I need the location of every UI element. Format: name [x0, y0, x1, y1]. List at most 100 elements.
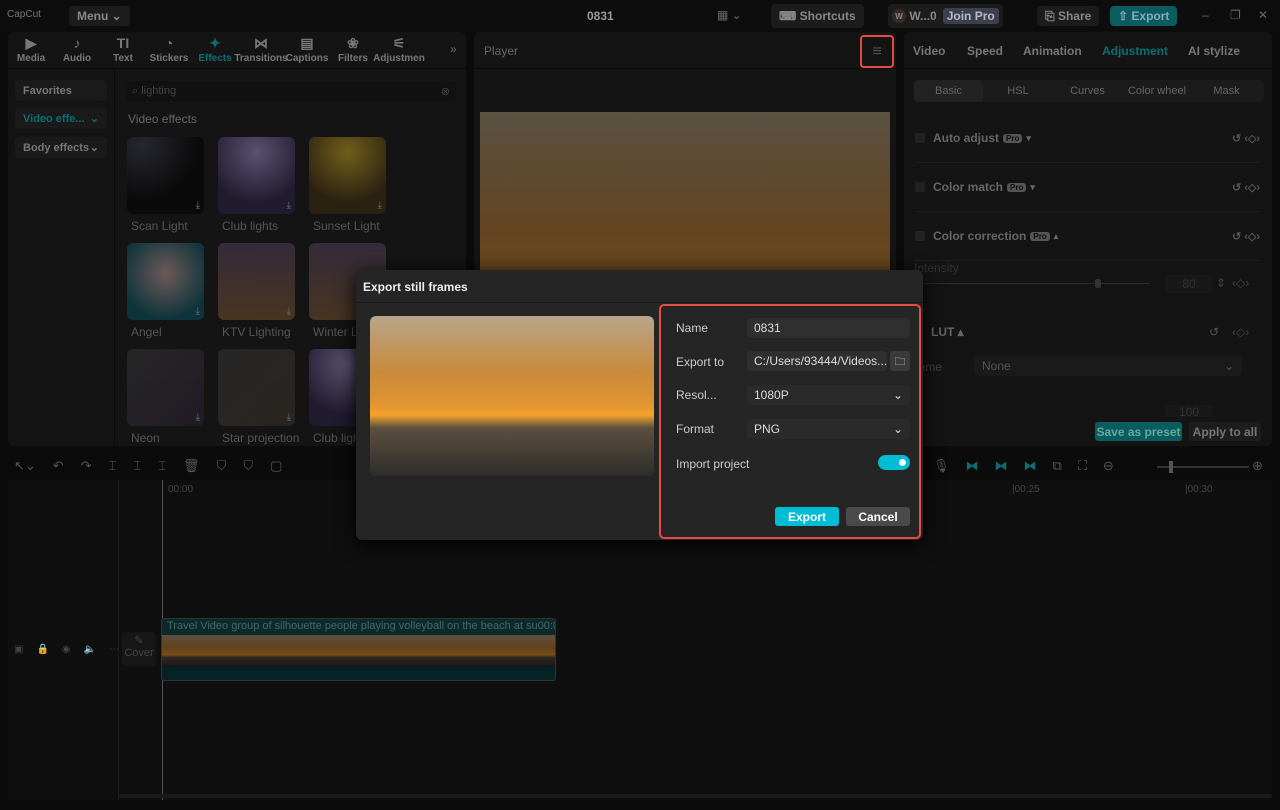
split-view-icon[interactable]: ⧉	[1053, 458, 1062, 474]
user-button[interactable]: W W...0 Join Pro	[888, 4, 1003, 28]
download-icon[interactable]: ⤓	[196, 200, 200, 211]
expand-icon[interactable]: ▾	[1030, 182, 1035, 193]
subtab-hsl[interactable]: HSL	[984, 80, 1053, 102]
keyframe-icon[interactable]: ‹◇›	[1232, 325, 1249, 339]
reset-keyframe-icon[interactable]: ↺ ‹◇›	[1232, 132, 1260, 145]
subtab-color-wheel[interactable]: Color wheel	[1123, 80, 1192, 102]
effect-thumbnail[interactable]: ⤓	[127, 349, 204, 426]
tab-animation[interactable]: Animation	[1023, 44, 1082, 58]
close-icon[interactable]: ✕	[1258, 8, 1268, 22]
shortcuts-button[interactable]: ⌨ Shortcuts	[771, 4, 864, 28]
search-input[interactable]: ⌕ lighting ⊗	[126, 81, 456, 101]
color-match-checkbox[interactable]	[915, 182, 925, 192]
tab-media[interactable]: ▶ Media	[8, 35, 54, 64]
download-icon[interactable]: ⤓	[287, 412, 291, 423]
marker-icon[interactable]: ⛉	[243, 458, 253, 474]
clear-icon[interactable]: ⊗	[441, 85, 450, 98]
tab-video[interactable]: Video	[913, 44, 945, 58]
tab-text[interactable]: TI Text	[100, 35, 146, 64]
intensity-slider[interactable]	[925, 279, 1150, 288]
tab-captions[interactable]: ▤ Captions	[284, 35, 330, 64]
more-tabs-icon[interactable]: »	[450, 42, 457, 56]
undo-icon[interactable]: ↶	[53, 458, 64, 474]
shield-icon[interactable]: ⛉	[217, 458, 227, 474]
intensity2-value[interactable]: 100	[1165, 405, 1213, 417]
color-correction-checkbox[interactable]	[915, 231, 925, 241]
mic-icon[interactable]: 🎙	[933, 458, 950, 474]
expand-icon[interactable]: ▾	[1026, 133, 1031, 144]
tab-transitions[interactable]: ⋈ Transitions	[234, 35, 287, 64]
split-icon[interactable]: ⌶	[109, 458, 117, 474]
slider-handle[interactable]	[1095, 279, 1101, 288]
export-confirm-button[interactable]: Export	[775, 507, 839, 526]
effect-thumbnail[interactable]: ⤓	[309, 137, 386, 214]
track-video-icon[interactable]: ▣	[14, 644, 23, 655]
reset-icon[interactable]: ↺	[1209, 325, 1219, 339]
magnet-icon[interactable]: ⧓	[966, 458, 979, 474]
share-button[interactable]: ⎘ Share	[1037, 6, 1100, 26]
apply-all-button[interactable]: Apply to all	[1189, 422, 1261, 441]
cover-button[interactable]: ✎ Cover	[122, 632, 156, 666]
minimize-icon[interactable]: –	[1202, 8, 1209, 22]
effect-thumbnail[interactable]: ⤓	[218, 137, 295, 214]
menu-button[interactable]: Menu ⌄	[69, 6, 130, 26]
delete-icon[interactable]: 🗑	[183, 458, 200, 474]
effect-thumbnail[interactable]: ⤓	[218, 349, 295, 426]
resolution-select[interactable]: 1080P ⌄	[747, 385, 910, 405]
download-icon[interactable]: ⤓	[378, 200, 382, 211]
folder-button[interactable]: 🗀	[890, 351, 910, 371]
download-icon[interactable]: ⤓	[287, 306, 291, 317]
eye-icon[interactable]: ◉	[62, 644, 71, 655]
tab-speed[interactable]: Speed	[967, 44, 1003, 58]
body-effects-button[interactable]: Body effects ⌄	[15, 137, 107, 158]
tab-stickers[interactable]: ◔ Stickers	[146, 35, 192, 64]
crop-icon[interactable]: ▢	[270, 458, 282, 474]
tab-filters[interactable]: ❀ Filters	[330, 35, 376, 64]
format-select[interactable]: PNG ⌄	[747, 419, 910, 439]
zoom-handle[interactable]	[1169, 461, 1173, 473]
subtab-mask[interactable]: Mask	[1192, 80, 1261, 102]
download-icon[interactable]: ⤓	[196, 306, 200, 317]
effect-thumbnail[interactable]: ⤓	[218, 243, 295, 320]
intensity-value[interactable]: 80	[1165, 275, 1213, 293]
split-right-icon[interactable]: ⌶	[158, 458, 166, 474]
export-path-input[interactable]: C:/Users/93444/Videos...	[747, 351, 887, 371]
subtab-curves[interactable]: Curves	[1053, 80, 1122, 102]
video-clip[interactable]: Travel Video group of silhouette people …	[161, 618, 556, 681]
maximize-icon[interactable]: ❐	[1230, 8, 1241, 22]
save-preset-button[interactable]: Save as preset	[1095, 422, 1182, 441]
expand-icon[interactable]: ▴	[1054, 231, 1059, 242]
lock-icon[interactable]: 🔒	[36, 644, 48, 655]
zoom-out-icon[interactable]: ⊖	[1103, 458, 1114, 474]
preview-axis-icon[interactable]: ⧓	[1024, 458, 1037, 474]
player-menu-button[interactable]: ≡	[860, 35, 894, 68]
tab-ai-stylize[interactable]: AI stylize	[1188, 44, 1240, 58]
tab-audio[interactable]: ♪ Audio	[54, 35, 100, 64]
cancel-button[interactable]: Cancel	[846, 507, 910, 526]
tab-adjustmen[interactable]: ⚟ Adjustmen	[373, 35, 425, 64]
zoom-slider[interactable]	[1157, 461, 1249, 473]
horizontal-scrollbar[interactable]	[118, 794, 1272, 798]
more-icon[interactable]: ⋯	[109, 644, 119, 655]
join-pro-button[interactable]: Join Pro	[942, 8, 999, 24]
auto-adjust-checkbox[interactable]	[915, 133, 925, 143]
redo-icon[interactable]: ↷	[81, 458, 92, 474]
favorites-button[interactable]: Favorites	[15, 80, 107, 101]
stepper-icon[interactable]: ⇕	[1216, 276, 1226, 290]
reset-keyframe-icon[interactable]: ↺ ‹◇›	[1232, 230, 1260, 243]
select-tool-icon[interactable]: ↖⌄	[14, 458, 36, 474]
tab-adjustment[interactable]: Adjustment	[1102, 44, 1168, 58]
link-icon[interactable]: ⧓	[995, 458, 1008, 474]
keyframe-icon[interactable]: ‹◇›	[1232, 276, 1249, 290]
reset-keyframe-icon[interactable]: ↺ ‹◇›	[1232, 181, 1260, 194]
effect-thumbnail[interactable]: ⤓	[127, 243, 204, 320]
download-icon[interactable]: ⤓	[287, 200, 291, 211]
export-button[interactable]: ⇧ Export	[1110, 6, 1178, 26]
download-icon[interactable]: ⤓	[196, 412, 200, 423]
subtab-basic[interactable]: Basic	[914, 80, 983, 102]
video-effects-button[interactable]: Video effe... ⌄	[15, 108, 107, 129]
import-project-toggle[interactable]	[878, 455, 910, 470]
fullscreen-icon[interactable]: ⛶	[1078, 458, 1087, 474]
name-input[interactable]: 0831	[747, 318, 910, 338]
effect-thumbnail[interactable]: ⤓	[127, 137, 204, 214]
